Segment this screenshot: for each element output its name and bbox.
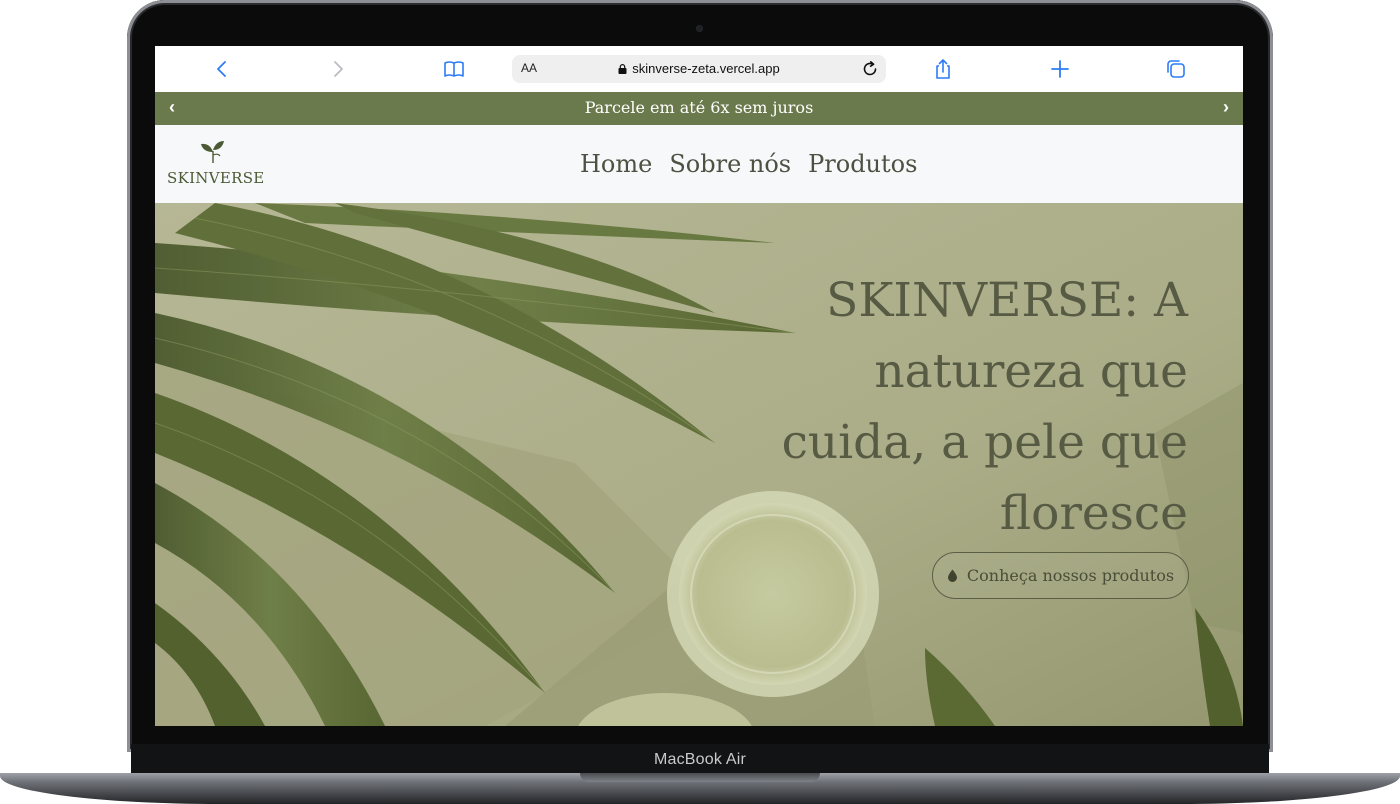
- laptop-notch: [580, 773, 820, 782]
- chevron-right-icon: [334, 61, 343, 77]
- drop-icon: [947, 569, 957, 582]
- nav-home[interactable]: Home: [580, 150, 652, 178]
- share-icon: [936, 59, 950, 79]
- reload-icon[interactable]: [860, 59, 880, 79]
- logo[interactable]: SKINVERSE: [167, 139, 265, 191]
- screen: AA skinverse-zeta.vercel.app ‹ Parcele e…: [155, 46, 1243, 726]
- tabs-icon: [1167, 60, 1185, 78]
- bookmarks-button[interactable]: [440, 55, 468, 83]
- share-button[interactable]: [929, 55, 957, 83]
- announcement-bar: ‹ Parcele em até 6x sem juros ›: [155, 92, 1243, 125]
- tabs-button[interactable]: [1162, 55, 1190, 83]
- url-text: skinverse-zeta.vercel.app: [632, 61, 780, 76]
- new-tab-button[interactable]: [1046, 55, 1074, 83]
- book-icon: [444, 61, 464, 77]
- url-bar[interactable]: AA skinverse-zeta.vercel.app: [512, 55, 886, 83]
- leaf-icon: [201, 141, 224, 163]
- announcement-next-button[interactable]: ›: [1217, 97, 1235, 118]
- forward-button[interactable]: [324, 55, 352, 83]
- lock-icon: [618, 64, 627, 74]
- hero-title: SKINVERSE: A natureza que cuida, a pele …: [781, 273, 1188, 541]
- camera-dot: [696, 25, 703, 32]
- announcement-text: Parcele em até 6x sem juros: [584, 98, 814, 117]
- model-label: MacBook Air: [653, 751, 746, 768]
- site-header: SKINVERSE Home Sobre nós Produtos: [155, 125, 1243, 203]
- hero-cta-button[interactable]: Conheça nossos produtos: [932, 552, 1189, 599]
- hero-section: SKINVERSE: A natureza que cuida, a pele …: [155, 203, 1243, 726]
- main-nav: Home Sobre nós Produtos: [580, 150, 917, 178]
- nav-produtos[interactable]: Produtos: [808, 150, 917, 178]
- back-button[interactable]: [208, 55, 236, 83]
- nav-sobre-nos[interactable]: Sobre nós: [669, 150, 791, 178]
- chevron-left-icon: [217, 61, 226, 77]
- hero-cta-label: Conheça nossos produtos: [966, 566, 1175, 585]
- plus-icon: [1051, 60, 1069, 78]
- logo-text: SKINVERSE: [167, 169, 265, 187]
- browser-toolbar: AA skinverse-zeta.vercel.app: [155, 46, 1243, 92]
